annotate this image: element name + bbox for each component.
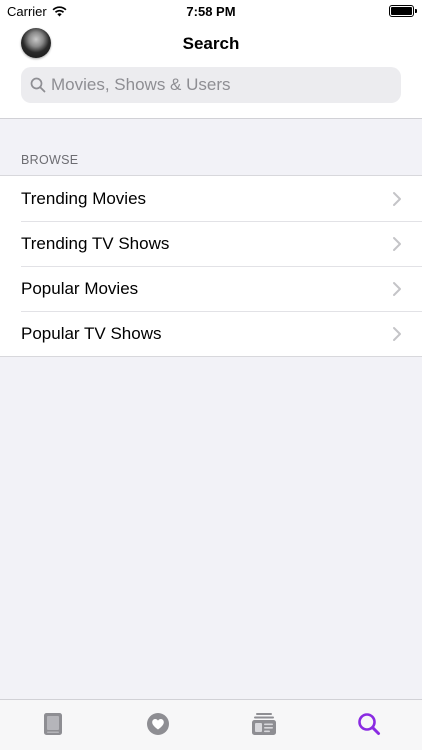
browse-item-popular-movies[interactable]: Popular Movies <box>0 266 422 311</box>
chevron-right-icon <box>393 192 401 206</box>
browse-item-trending-movies[interactable]: Trending Movies <box>0 176 422 221</box>
browse-item-label: Popular Movies <box>21 278 139 298</box>
browse-item-label: Popular TV Shows <box>21 323 162 343</box>
browse-list: Trending Movies Trending TV Shows Popula… <box>0 175 422 357</box>
heart-icon <box>147 713 170 735</box>
book-icon <box>43 713 62 735</box>
browse-item-trending-tv-shows[interactable]: Trending TV Shows <box>0 221 422 266</box>
tab-favorites[interactable] <box>106 700 212 750</box>
browse-item-label: Trending TV Shows <box>21 233 170 253</box>
browse-item-popular-tv-shows[interactable]: Popular TV Shows <box>0 311 422 356</box>
tab-search[interactable] <box>317 700 422 750</box>
status-bar: Carrier 7:58 PM <box>0 0 422 22</box>
chevron-right-icon <box>393 327 401 341</box>
page-title: Search <box>182 34 240 53</box>
browse-section-title: BROWSE <box>21 153 79 167</box>
tab-bar <box>0 699 422 750</box>
chevron-right-icon <box>393 282 401 296</box>
search-icon <box>358 713 381 735</box>
navigation-header: Search <box>0 22 422 119</box>
tab-news[interactable] <box>211 700 317 750</box>
tab-library[interactable] <box>0 700 106 750</box>
chevron-right-icon <box>393 237 401 251</box>
battery-icon <box>389 5 417 17</box>
browse-item-label: Trending Movies <box>21 188 147 208</box>
status-time: 7:58 PM <box>186 4 236 19</box>
search-icon <box>29 76 47 94</box>
search-input[interactable] <box>51 75 391 95</box>
search-bar[interactable] <box>21 67 401 103</box>
news-icon <box>251 713 276 735</box>
